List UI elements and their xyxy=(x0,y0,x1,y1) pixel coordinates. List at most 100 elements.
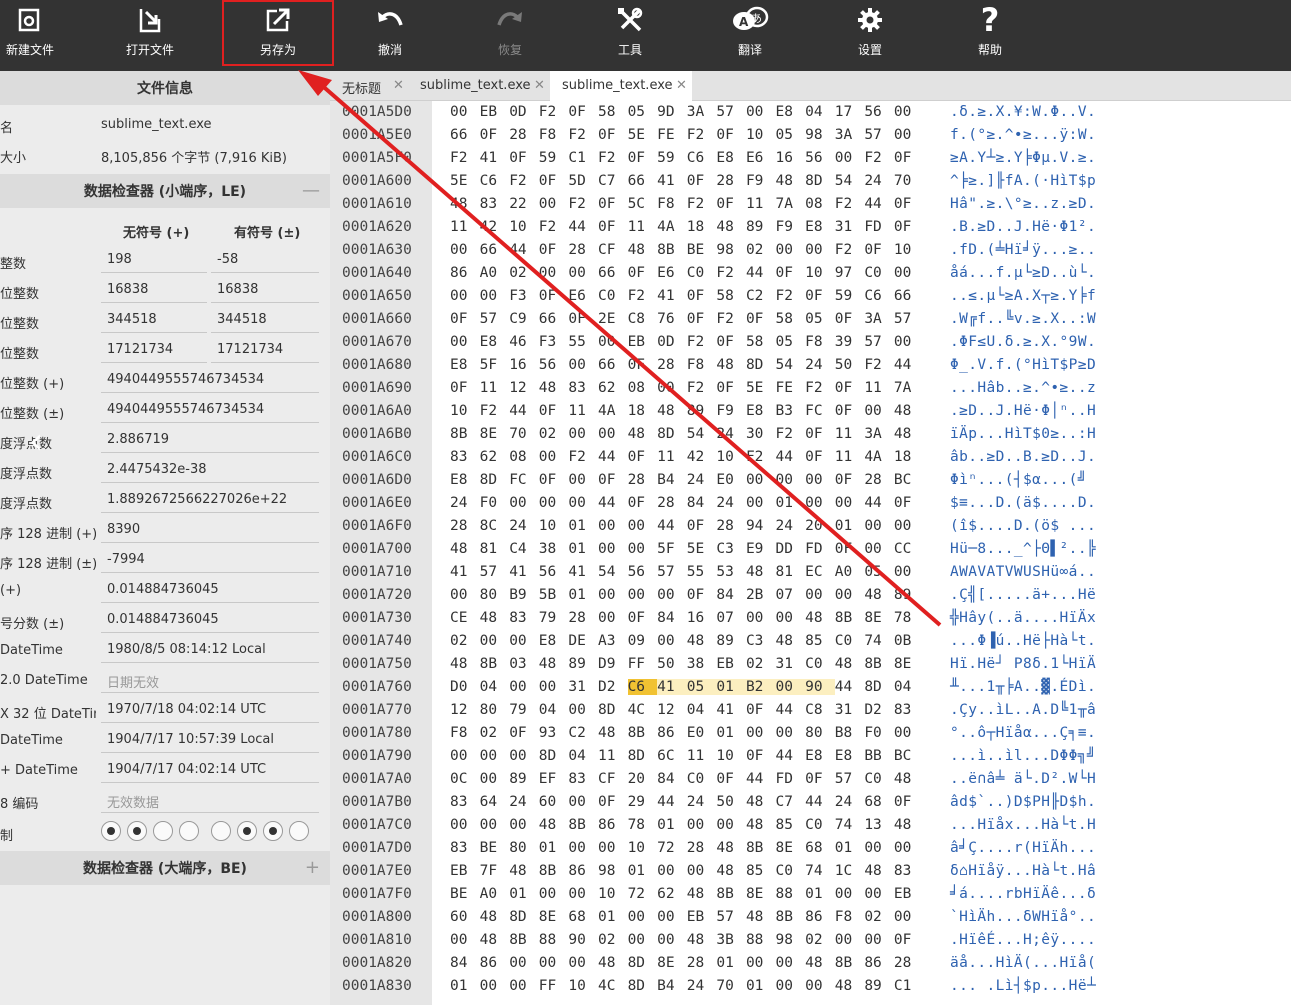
hex-ascii[interactable]: Hâ".≥.\°≥..z.≥D. xyxy=(950,196,1096,212)
inspector-value[interactable]: 4940449555746734534 xyxy=(101,395,319,423)
unsigned-value[interactable]: 344518 xyxy=(101,305,207,333)
inspector-value[interactable]: 0.014884736045 xyxy=(101,575,319,603)
hex-ascii[interactable]: `HìÄh...δWHïå°.. xyxy=(950,909,1096,925)
close-icon[interactable]: ✕ xyxy=(534,78,545,93)
hex-bytes[interactable]: 84 86 00 00 00 48 8D 8E 28 01 00 00 48 8B 86 28 xyxy=(450,955,924,971)
inspector-value[interactable]: -7994 xyxy=(101,545,319,573)
save-as-button[interactable]: 另存为 xyxy=(222,0,334,66)
hex-ascii[interactable]: âd$`..)D$PH╟D$h. xyxy=(950,794,1096,810)
hex-ascii[interactable]: ..≤.µ└≥A.X┬≥.Y╞f xyxy=(950,288,1096,304)
bit-radio[interactable] xyxy=(211,821,231,841)
hex-ascii[interactable]: ≥A.Y┴≥.Y╞Φµ.V.≥. xyxy=(950,150,1096,166)
hex-bytes[interactable]: 11 42 10 F2 44 0F 11 4A 18 48 89 F9 E8 31 FD 0F xyxy=(450,219,924,235)
collapse-icon[interactable]: — xyxy=(302,180,320,201)
hex-bytes[interactable]: 41 57 41 56 41 54 56 57 55 53 48 81 EC A0 05 00 xyxy=(450,564,924,580)
hex-ascii[interactable]: .δ.≥.X.¥:W.Φ..V. xyxy=(950,104,1096,120)
inspector-le-header[interactable]: 数据检查器 (小端序，LE) — xyxy=(0,174,330,208)
signed-value[interactable]: -58 xyxy=(211,245,319,273)
redo-button[interactable]: 恢复 xyxy=(455,0,565,71)
hex-ascii[interactable]: åá...f.µ└≥D..ù└. xyxy=(950,265,1096,281)
hex-ascii[interactable]: Φìⁿ...(┤$α...(╝ xyxy=(950,472,1087,488)
inspector-value[interactable]: 无效数据 xyxy=(101,785,319,813)
hex-bytes[interactable]: 01 00 00 FF 10 4C 8D B4 24 70 01 00 00 48 89 C1 xyxy=(450,978,924,994)
hex-ascii[interactable]: δ⌂Hïåÿ...Hà└t.Hâ xyxy=(950,863,1096,879)
signed-value[interactable]: 17121734 xyxy=(211,335,319,363)
tab-sublime-text-1[interactable]: sublime_text.exe ✕ xyxy=(408,71,550,101)
hex-bytes[interactable]: 0F 11 12 48 83 62 08 00 F2 0F 5E FE F2 0F 11 7A xyxy=(450,380,924,396)
tab-untitled[interactable]: 无标题 ✕ xyxy=(330,71,408,101)
hex-bytes[interactable]: D0 04 00 00 31 D2 C6 41 05 01 B2 00 90 44 8D 04 xyxy=(450,679,924,695)
hex-ascii[interactable]: .≥D..J.Hë·Φ│ⁿ..H xyxy=(950,403,1096,419)
help-button[interactable]: ? 帮助 xyxy=(935,0,1045,71)
hex-ascii[interactable]: ...ì..ìl...DΦΦ╗╝ xyxy=(950,748,1096,764)
close-icon[interactable]: ✕ xyxy=(676,78,687,93)
hex-ascii[interactable]: .HïêÉ...H;êÿ.... xyxy=(950,932,1096,948)
inspector-value[interactable]: 4940449555746734534 xyxy=(101,365,319,393)
hex-bytes[interactable]: 00 00 00 8D 04 11 8D 6C 11 10 0F 44 E8 E8 BB BC xyxy=(450,748,924,764)
inspector-value[interactable]: 0.014884736045 xyxy=(101,605,319,633)
hex-ascii[interactable]: .fD.(╧Hï╛ÿ...≥.. xyxy=(950,242,1096,258)
hex-bytes[interactable]: F2 41 0F 59 C1 F2 0F 59 C6 E8 E6 16 56 00 F2 0F xyxy=(450,150,924,166)
hex-bytes[interactable]: 0F 57 C9 66 0F 2E C8 76 0F F2 0F 58 05 0F 3A 57 xyxy=(450,311,924,327)
hex-bytes[interactable]: 83 BE 80 01 00 00 10 72 28 48 8B 8E 68 01 00 00 xyxy=(450,840,924,856)
bit-radio[interactable] xyxy=(237,821,257,841)
inspector-value[interactable]: 2.886719 xyxy=(101,425,319,453)
hex-bytes[interactable]: 28 8C 24 10 01 00 00 44 0F 28 94 24 20 01 00 00 xyxy=(450,518,924,534)
hex-bytes[interactable]: 48 83 22 00 F2 0F 5C F8 F2 0F 11 7A 08 F2 44 0F xyxy=(450,196,924,212)
hex-bytes[interactable]: 0C 00 89 EF 83 CF 20 84 C0 0F 44 FD 0F 57 C0 48 xyxy=(450,771,924,787)
hex-ascii[interactable]: ╛á....rbHïÄê...δ xyxy=(950,886,1096,902)
hex-ascii[interactable]: Hü─8..._^├Θ▌²..╠ xyxy=(950,541,1096,557)
hex-bytes[interactable]: CE 48 83 79 28 00 0F 84 16 07 00 00 48 8B 8E 78 xyxy=(450,610,924,626)
hex-bytes[interactable]: 00 66 44 0F 28 CF 48 8B BE 98 02 00 00 F2 0F 10 xyxy=(450,242,924,258)
inspector-be-header[interactable]: 数据检查器 (大端序，BE) + xyxy=(0,851,330,885)
tools-button[interactable]: 工具 xyxy=(575,0,685,71)
hex-bytes[interactable]: 00 48 8B 88 90 02 00 00 48 3B 88 98 02 00 00 0F xyxy=(450,932,924,948)
hex-bytes[interactable]: 83 64 24 60 00 0F 29 44 24 50 48 C7 44 24 68 0F xyxy=(450,794,924,810)
hex-bytes[interactable]: 86 A0 02 00 00 66 0F E6 C0 F2 44 0F 10 97 C0 00 xyxy=(450,265,924,281)
hex-bytes[interactable]: F8 02 0F 93 C2 48 8B 86 E0 01 00 00 80 B8 F0 00 xyxy=(450,725,924,741)
hex-ascii[interactable]: .Ç╣[.....ä+...Hë xyxy=(950,587,1096,603)
hex-ascii[interactable]: AWAVATVWUSHü∞á.. xyxy=(950,564,1096,580)
hex-ascii[interactable]: .B.≥D..J.Hë·Φ1². xyxy=(950,219,1096,235)
hex-bytes[interactable]: E8 8D FC 0F 00 0F 28 B4 24 E0 00 00 00 0F 28 BC xyxy=(450,472,924,488)
hex-bytes[interactable]: 00 00 F3 0F E6 C0 F2 41 0F 58 C2 F2 0F 59 C6 66 xyxy=(450,288,924,304)
hex-bytes[interactable]: 00 E8 46 F3 55 00 EB 0D F2 0F 58 05 F8 39 57 00 xyxy=(450,334,924,350)
hex-bytes[interactable]: 10 F2 44 0F 11 4A 18 48 89 F9 E8 B3 FC 0F 00 48 xyxy=(450,403,924,419)
bit-radio[interactable] xyxy=(289,821,309,841)
hex-bytes[interactable]: 00 80 B9 5B 01 00 00 00 0F 84 2B 07 00 00 48 89 xyxy=(450,587,924,603)
hex-bytes[interactable]: 8B 8E 70 02 00 00 48 8D 54 24 30 F2 0F 11 3A 48 xyxy=(450,426,924,442)
hex-ascii[interactable]: ╨...1╥╞A..▓.ÉDì. xyxy=(950,679,1096,695)
inspector-value[interactable]: 1.8892672566227026e+22 xyxy=(101,485,319,513)
hex-ascii[interactable]: Hï.Hë┘ P8δ.1└HïÄ xyxy=(950,656,1096,672)
inspector-value[interactable]: 1904/7/17 04:02:14 UTC xyxy=(101,755,319,783)
unsigned-value[interactable]: 16838 xyxy=(101,275,207,303)
hex-ascii[interactable]: ïÄp...HìT$0≥..:H xyxy=(950,426,1096,442)
translate-button[interactable]: Aあ 翻译 xyxy=(695,0,805,71)
hex-bytes[interactable]: 48 8B 03 48 89 D9 FF 50 38 EB 02 31 C0 48 8B 8E xyxy=(450,656,924,672)
undo-button[interactable]: 撤消 xyxy=(335,0,445,71)
inspector-value[interactable]: 日期无效 xyxy=(101,665,319,693)
close-icon[interactable]: ✕ xyxy=(393,78,404,93)
hex-bytes[interactable]: 48 81 C4 38 01 00 00 5F 5E C3 E9 DD FD 0F 00 CC xyxy=(450,541,924,557)
chevron-left-icon[interactable]: ‹ xyxy=(22,420,50,464)
unsigned-value[interactable]: 17121734 xyxy=(101,335,207,363)
inspector-value[interactable]: 2.4475432e-38 xyxy=(101,455,319,483)
inspector-value[interactable]: 1980/8/5 08:14:12 Local xyxy=(101,635,319,663)
hex-ascii[interactable]: ... .Lì┤$p...Hë┴ xyxy=(950,978,1096,994)
hex-ascii[interactable]: ^╞≥.]╟fA.(·HìT$p xyxy=(950,173,1096,189)
hex-ascii[interactable]: .Çy..ìL..A.D╚1╥â xyxy=(950,702,1096,718)
hex-ascii[interactable]: äå...HìÄ(...Hïå( xyxy=(950,955,1096,971)
bit-radio[interactable] xyxy=(263,821,283,841)
hex-ascii[interactable]: .ΦF≤U.δ.≥.X.°9W. xyxy=(950,334,1096,350)
file-info-header[interactable]: 文件信息 xyxy=(0,71,330,105)
hex-bytes[interactable]: BE A0 01 00 00 10 72 62 48 8B 8E 88 01 00 00 EB xyxy=(450,886,924,902)
bit-radio[interactable] xyxy=(127,821,147,841)
hex-ascii[interactable]: â╛Ç....r(HïÄh... xyxy=(950,840,1096,856)
hex-ascii[interactable]: Φ_.V.f.(°HìT$P≥D xyxy=(950,357,1096,373)
open-file-button[interactable]: 打开文件 xyxy=(95,0,205,71)
expand-icon[interactable]: + xyxy=(305,857,320,878)
signed-value[interactable]: 344518 xyxy=(211,305,319,333)
hex-ascii[interactable]: .W╔f..╚v.≥.X..:W xyxy=(950,311,1096,327)
hex-ascii[interactable]: ..ë∩â╧ ä└.D².W└H xyxy=(950,771,1096,787)
inspector-value[interactable]: 1904/7/17 10:57:39 Local xyxy=(101,725,319,753)
